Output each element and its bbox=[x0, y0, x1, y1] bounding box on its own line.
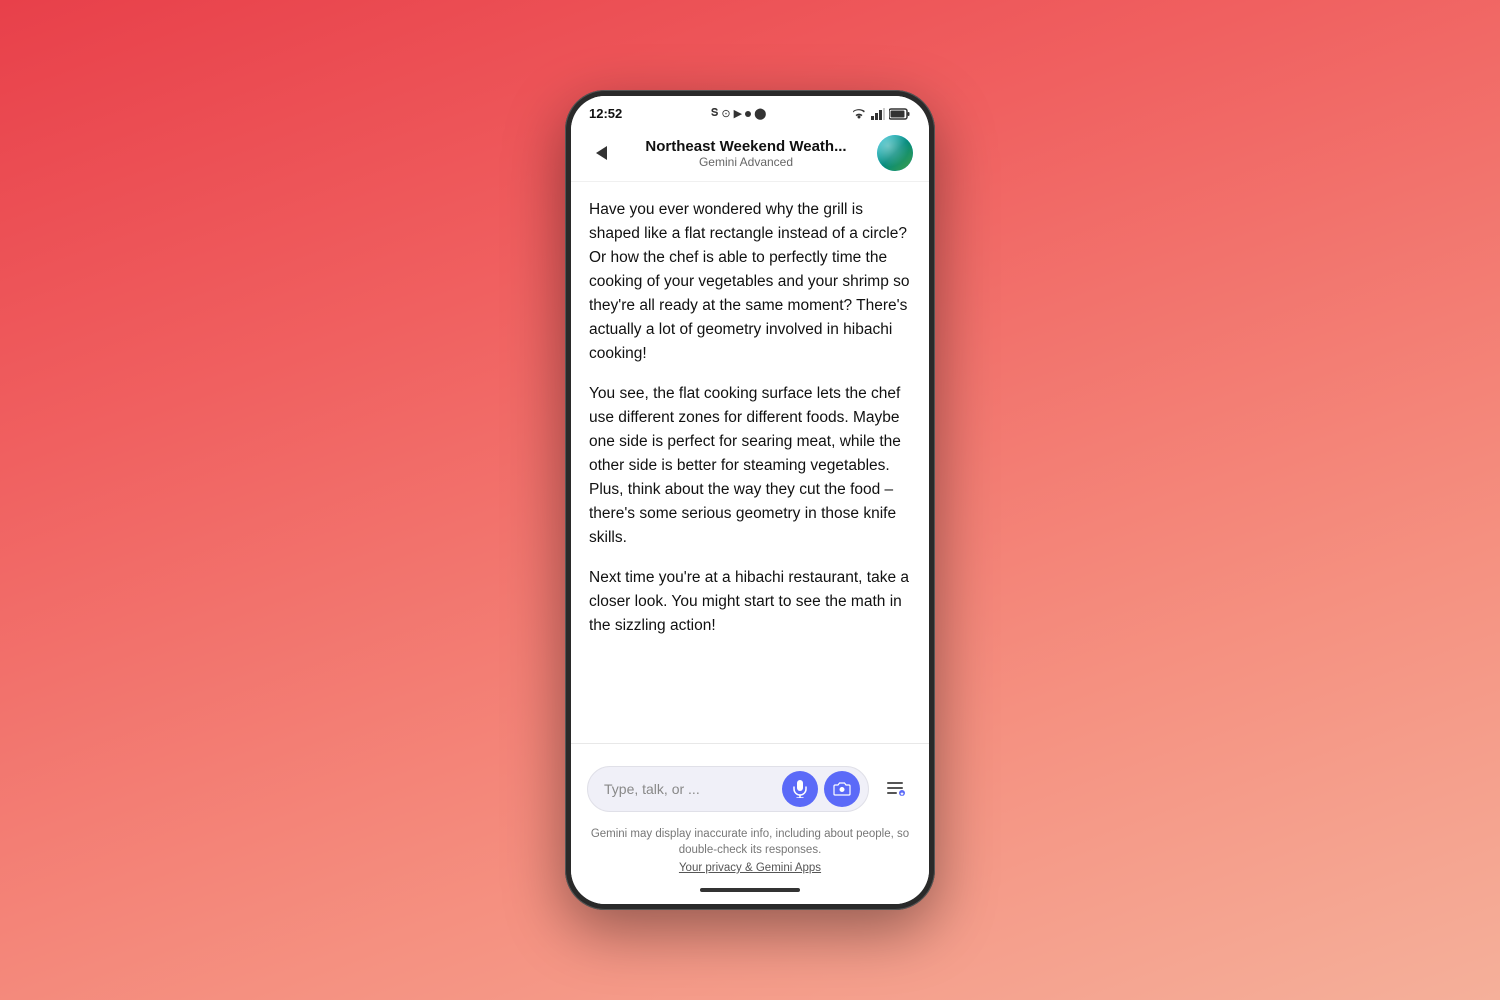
input-row: Type, talk, or ... bbox=[587, 766, 913, 812]
app-header: Northeast Weekend Weath... Gemini Advanc… bbox=[571, 127, 929, 182]
app-subtitle: Gemini Advanced bbox=[699, 155, 793, 169]
signal-icon bbox=[871, 108, 885, 120]
conversation-title: Northeast Weekend Weath... bbox=[645, 138, 846, 155]
avatar[interactable] bbox=[877, 135, 913, 171]
disclaimer-main-text: Gemini may display inaccurate info, incl… bbox=[587, 826, 913, 858]
battery-icon bbox=[889, 108, 911, 120]
camera-icon bbox=[833, 782, 851, 796]
wifi-icon bbox=[851, 108, 867, 120]
bars-button[interactable]: ✦ bbox=[877, 771, 913, 807]
app-icon-yt: ▶ bbox=[734, 107, 742, 120]
mic-icon bbox=[792, 780, 808, 798]
phone-screen: 12:52 𝐒 ⊙ ▶ ⬤ bbox=[571, 96, 929, 904]
home-indicator bbox=[571, 880, 929, 904]
header-text-group: Northeast Weekend Weath... Gemini Advanc… bbox=[625, 138, 867, 169]
divider-line bbox=[571, 743, 929, 744]
bars-icon: ✦ bbox=[884, 778, 906, 800]
input-pill[interactable]: Type, talk, or ... bbox=[587, 766, 869, 812]
privacy-link[interactable]: Your privacy & Gemini Apps bbox=[679, 862, 821, 874]
disclaimer-area: Gemini may display inaccurate info, incl… bbox=[571, 820, 929, 880]
input-placeholder-text: Type, talk, or ... bbox=[604, 781, 776, 797]
message-paragraph-2: You see, the flat cooking surface lets t… bbox=[589, 382, 911, 550]
status-app-icons: 𝐒 ⊙ ▶ ⬤ bbox=[711, 107, 767, 120]
mic-button[interactable] bbox=[782, 771, 818, 807]
svg-text:✦: ✦ bbox=[900, 791, 905, 798]
content-area[interactable]: Have you ever wondered why the grill is … bbox=[571, 182, 929, 731]
app-icon-s: 𝐒 bbox=[711, 107, 719, 120]
input-area: Type, talk, or ... bbox=[571, 756, 929, 820]
app-icon-g: ⊙ bbox=[721, 107, 730, 120]
camera-button[interactable] bbox=[824, 771, 860, 807]
home-bar bbox=[700, 888, 800, 892]
status-bar: 12:52 𝐒 ⊙ ▶ ⬤ bbox=[571, 96, 929, 127]
dot-separator bbox=[745, 111, 751, 117]
back-arrow-icon bbox=[596, 146, 607, 160]
app-icon-circle: ⬤ bbox=[754, 107, 766, 120]
status-time: 12:52 bbox=[589, 106, 622, 121]
message-paragraph-3: Next time you're at a hibachi restaurant… bbox=[589, 566, 911, 638]
message-paragraph-1: Have you ever wondered why the grill is … bbox=[589, 198, 911, 366]
back-button[interactable] bbox=[587, 139, 615, 167]
avatar-image bbox=[877, 135, 913, 171]
phone-device: 12:52 𝐒 ⊙ ▶ ⬤ bbox=[565, 90, 935, 910]
connectivity-icons bbox=[851, 108, 911, 120]
